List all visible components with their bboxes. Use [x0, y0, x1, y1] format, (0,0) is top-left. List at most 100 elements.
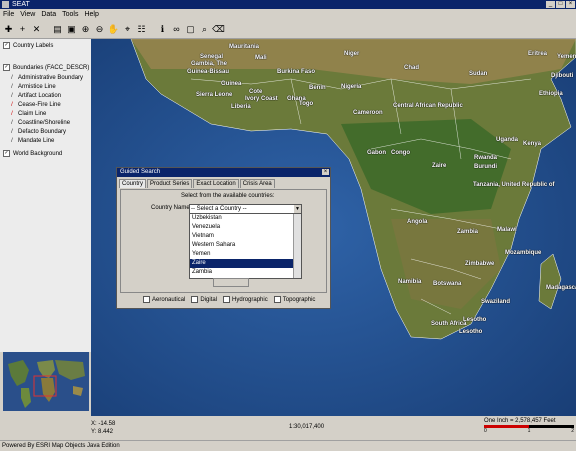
layer-label: Coastline/Shoreline: [18, 120, 71, 126]
layer-item[interactable]: ✓ Boundaries (FACC_DESCR): [3, 64, 89, 71]
layer-checkbox[interactable]: ✓: [3, 64, 10, 71]
add-layer-icon[interactable]: +: [17, 24, 28, 35]
country-option[interactable]: Yemen: [190, 250, 301, 259]
scale-tick-label: 1: [527, 428, 531, 434]
country-option[interactable]: Zaire: [190, 259, 301, 268]
instruction-text: Select from the available countries:: [181, 193, 275, 199]
menu-file[interactable]: File: [3, 9, 14, 20]
zoom-in-icon[interactable]: ⊕: [80, 24, 91, 35]
remove-icon[interactable]: ✕: [31, 24, 42, 35]
map-country-label: Chad: [404, 65, 419, 71]
eraser-icon[interactable]: ⌫: [212, 24, 225, 35]
search-button[interactable]: [213, 278, 249, 287]
identify-icon[interactable]: ☷: [136, 24, 147, 35]
layer-checkbox[interactable]: ✓: [3, 42, 10, 49]
line-symbol-icon: /: [11, 75, 13, 81]
map-country-label: Sierra Leone: [196, 92, 233, 98]
tab-crisis-area[interactable]: Crisis Area: [239, 179, 275, 188]
layer-item[interactable]: / Mandate Line: [9, 138, 54, 144]
checkbox-hydrographic[interactable]: Hydrographic: [223, 296, 268, 303]
layer-label: Mandate Line: [18, 138, 55, 144]
layer-label: Defacto Boundary: [18, 129, 67, 135]
menu-help[interactable]: Help: [84, 9, 98, 20]
tab-product-series[interactable]: Product Series: [147, 179, 193, 188]
country-name-label: Country Name: [151, 205, 190, 211]
country-option[interactable]: Zambia: [190, 268, 301, 277]
print-preview-icon[interactable]: ▣: [66, 24, 77, 35]
toolbar-separator: [150, 24, 154, 35]
checkbox-digital[interactable]: Digital: [191, 296, 217, 303]
checkbox-label: Digital: [200, 296, 218, 303]
map-country-label: Uganda: [496, 137, 519, 143]
layer-item[interactable]: ✓ World Background: [3, 150, 62, 157]
map-country-label: Guinea-Bissau: [187, 69, 230, 75]
menu-view[interactable]: View: [20, 9, 35, 20]
layer-label: Artifact Location: [18, 93, 62, 99]
map-country-label: Niger: [344, 51, 360, 57]
scale-tick-label: 2: [571, 428, 574, 434]
map-country-label: Kenya: [523, 141, 542, 147]
map-country-label: Burundi: [474, 164, 497, 170]
chevron-down-icon[interactable]: ▼: [294, 205, 301, 213]
layer-label: Country Labels: [13, 42, 54, 49]
checkbox-label: Hydrographic: [232, 296, 268, 303]
zoom-out-icon[interactable]: ⊖: [94, 24, 105, 35]
country-option[interactable]: Western Sahara: [190, 241, 301, 250]
dialog-title-bar: Guided Search ×: [117, 168, 330, 177]
layer-item[interactable]: / Defacto Boundary: [9, 129, 66, 135]
checkbox-box[interactable]: [273, 296, 281, 303]
country-option[interactable]: Vietnam: [190, 232, 301, 241]
layer-label: World Background: [13, 150, 63, 157]
menu-data[interactable]: Data: [41, 9, 56, 20]
checkbox-box[interactable]: [191, 296, 199, 303]
layer-item[interactable]: / Armistice Line: [9, 84, 56, 90]
checkbox-topographic[interactable]: Topographic: [273, 296, 315, 303]
dialog-close-button[interactable]: ×: [322, 169, 329, 175]
map-country-label: Gabon: [367, 150, 386, 156]
new-icon[interactable]: ✚: [3, 24, 14, 35]
country-dropdown-list[interactable]: Uzbekistan Venezuela Vietnam Western Sahara…: [189, 213, 302, 279]
select-icon[interactable]: ▢: [185, 24, 196, 35]
search-icon[interactable]: ⌕: [199, 24, 210, 35]
map-scale: 1:30,017,400: [289, 424, 325, 430]
map-country-label: Central African Republic: [393, 103, 463, 109]
layer-item[interactable]: / Coastline/Shoreline: [9, 120, 70, 126]
overview-map[interactable]: [3, 352, 89, 411]
country-option[interactable]: Venezuela: [190, 223, 301, 232]
layer-item[interactable]: / Claim Line: [9, 111, 46, 117]
map-country-label: Ivory Coast: [245, 96, 278, 102]
tab-country[interactable]: Country: [119, 179, 147, 188]
full-extent-icon[interactable]: ⌖: [122, 24, 133, 35]
app-icon: [2, 1, 9, 8]
map-country-label: Cote: [249, 89, 263, 95]
menu-tools[interactable]: Tools: [62, 9, 78, 20]
dialog-title: Guided Search: [120, 169, 161, 175]
tab-exact-location[interactable]: Exact Location: [193, 179, 239, 188]
checkbox-aeronautical[interactable]: Aeronautical: [143, 296, 185, 303]
map-country-label: Malawi: [497, 227, 517, 233]
layer-item[interactable]: / Cease-Fire Line: [9, 102, 61, 108]
checkbox-box[interactable]: [143, 296, 150, 303]
guided-search-dialog: Guided Search × Country Product Series Exa…: [116, 167, 331, 309]
map-country-label: Yemen: [557, 54, 576, 60]
layer-item[interactable]: / Administrative Boundary: [9, 75, 83, 81]
country-option[interactable]: Uzbekistan: [190, 214, 301, 223]
window-title: SEAT: [12, 1, 30, 8]
map-country-label: Zaire: [432, 163, 447, 169]
map-country-label: Nigeria: [341, 84, 362, 90]
map-country-label: Zimbabwe: [465, 261, 495, 267]
print-icon[interactable]: ▤: [52, 24, 63, 35]
maximize-button[interactable]: □: [556, 1, 565, 8]
layer-item[interactable]: ✓ Country Labels: [3, 42, 53, 49]
checkbox-box[interactable]: [223, 296, 231, 303]
line-symbol-icon: /: [11, 138, 13, 144]
layer-item[interactable]: / Artifact Location: [9, 93, 61, 99]
layer-checkbox[interactable]: ✓: [3, 150, 10, 157]
dropdown-scrollbar[interactable]: [293, 214, 301, 278]
status-bar: X: -14.58 Y: 8.442 1:30,017,400 One Inch…: [91, 416, 576, 440]
minimize-button[interactable]: _: [546, 1, 555, 8]
close-button[interactable]: ×: [566, 1, 575, 8]
pan-icon[interactable]: ✋: [108, 24, 119, 35]
binoculars-icon[interactable]: ∞: [171, 24, 182, 35]
info-icon[interactable]: ℹ: [157, 24, 168, 35]
